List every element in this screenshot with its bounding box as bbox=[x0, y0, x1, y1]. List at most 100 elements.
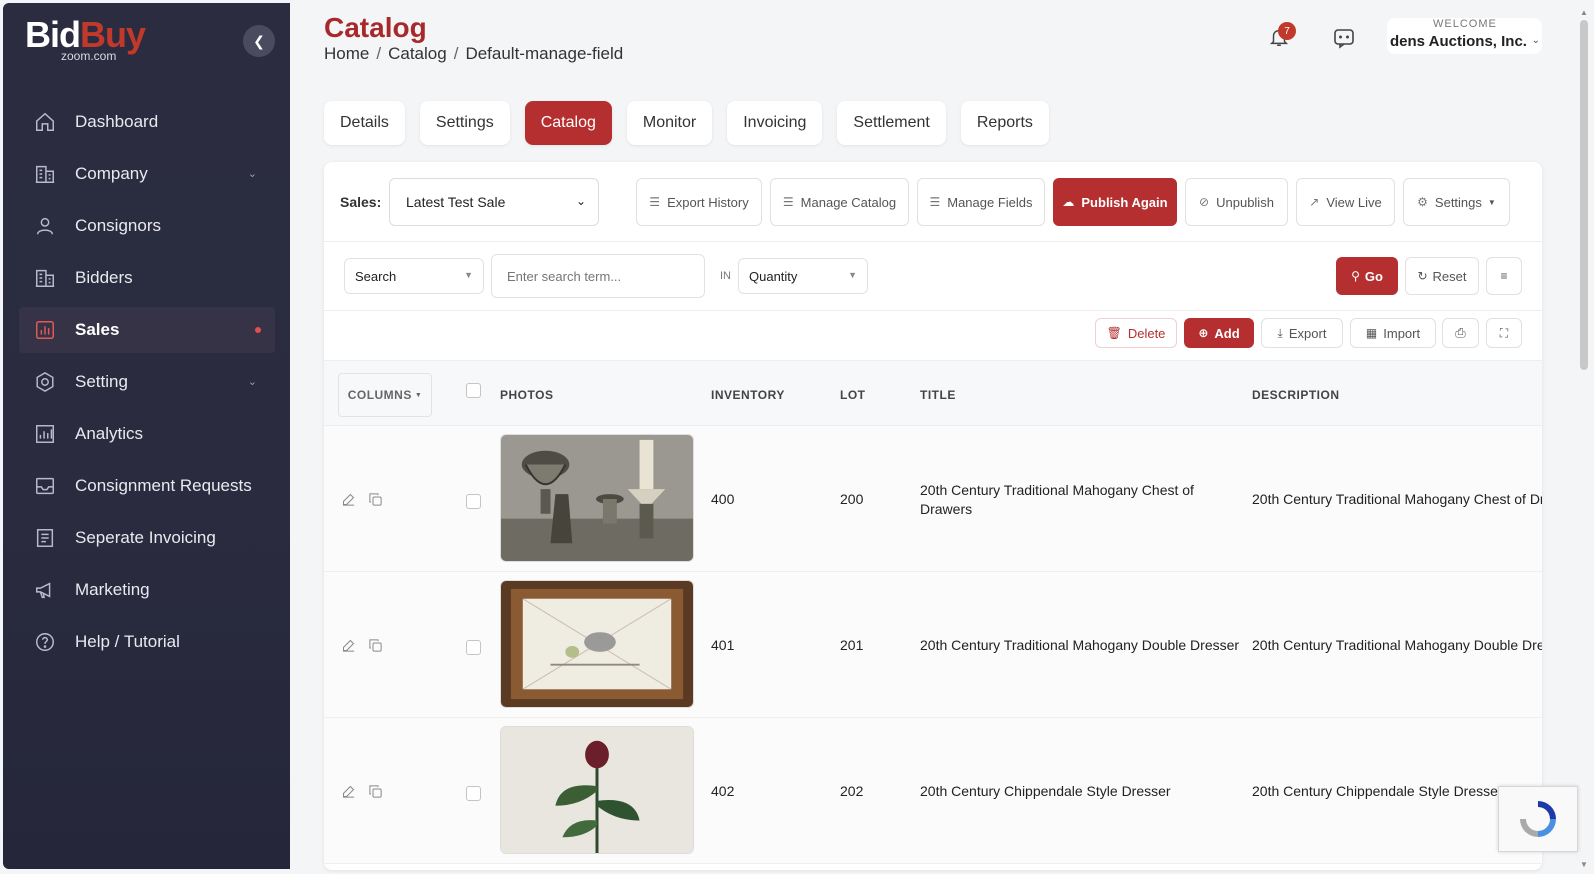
recaptcha-badge[interactable] bbox=[1498, 786, 1578, 852]
messages-button[interactable] bbox=[1332, 26, 1358, 52]
notification-badge: 7 bbox=[1278, 22, 1296, 40]
breadcrumb-home[interactable]: Home bbox=[324, 44, 369, 63]
sales-label: Sales: bbox=[340, 194, 382, 210]
description-cell: 20th Century Chippendale Style Dresser bbox=[1252, 783, 1503, 799]
list-icon: ☰ bbox=[929, 195, 941, 209]
unpublish-button[interactable]: ⊘ Unpublish bbox=[1185, 178, 1288, 226]
inbox-icon bbox=[33, 474, 57, 498]
column-header-inventory[interactable]: INVENTORY bbox=[711, 388, 785, 402]
breadcrumb: Home / Catalog / Default-manage-field bbox=[324, 44, 623, 64]
scroll-up-arrow[interactable]: ▲ bbox=[1580, 8, 1588, 17]
export-history-button[interactable]: ☰ Export History bbox=[636, 178, 762, 226]
item-photo[interactable] bbox=[500, 434, 694, 562]
search-in-value: Quantity bbox=[749, 268, 798, 284]
sidebar-item-setting[interactable]: Setting ⌄ bbox=[19, 359, 275, 405]
search-in-select[interactable]: Quantity ▼ bbox=[738, 258, 868, 294]
tab-bar: Details Settings Catalog Monitor Invoici… bbox=[324, 101, 1064, 145]
caret-down-icon: ▼ bbox=[464, 270, 473, 280]
sidebar-item-consignors[interactable]: Consignors bbox=[19, 203, 275, 249]
delete-button[interactable]: 🗑 Delete bbox=[1095, 318, 1177, 348]
filter-icon: ≡ bbox=[1500, 269, 1508, 283]
list-icon: ☰ bbox=[782, 195, 794, 209]
gear-icon bbox=[33, 370, 57, 394]
edit-icon[interactable] bbox=[341, 784, 357, 800]
sidebar-item-label: Setting bbox=[75, 372, 128, 391]
view-live-button[interactable]: ↗ View Live bbox=[1296, 178, 1395, 226]
sidebar-item-company[interactable]: Company ⌄ bbox=[19, 151, 275, 197]
megaphone-icon bbox=[33, 578, 57, 602]
sidebar-item-marketing[interactable]: Marketing bbox=[19, 567, 275, 613]
sidebar-item-help-tutorial[interactable]: Help / Tutorial bbox=[19, 619, 275, 665]
column-header-photos[interactable]: PHOTOS bbox=[500, 388, 553, 402]
search-field-select[interactable]: Search ▼ bbox=[344, 258, 484, 294]
tab-settings[interactable]: Settings bbox=[419, 101, 510, 145]
go-label: Go bbox=[1364, 268, 1383, 284]
add-button[interactable]: ⊕ Add bbox=[1184, 318, 1254, 348]
sales-select[interactable]: Latest Test Sale ⌄ bbox=[389, 178, 599, 226]
copy-icon[interactable] bbox=[368, 638, 384, 654]
column-header-title[interactable]: TITLE bbox=[920, 388, 956, 402]
reset-button[interactable]: ↻ Reset bbox=[1405, 257, 1479, 295]
eye-off-icon: ⊘ bbox=[1199, 195, 1210, 209]
copy-icon[interactable] bbox=[368, 492, 384, 508]
sidebar-item-consignment-requests[interactable]: Consignment Requests bbox=[19, 463, 275, 509]
caret-down-icon: ▼ bbox=[1487, 197, 1496, 207]
column-header-lot[interactable]: LOT bbox=[840, 388, 866, 402]
item-photo[interactable] bbox=[500, 726, 694, 854]
collapse-sidebar-button[interactable]: ❮ bbox=[243, 25, 275, 57]
column-header-description[interactable]: DESCRIPTION bbox=[1252, 388, 1340, 402]
description-cell: 20th Century Traditional Mahogany Chest … bbox=[1252, 491, 1542, 507]
inventory-cell: 402 bbox=[711, 783, 735, 799]
chevron-down-icon: ⌄ bbox=[247, 376, 257, 388]
print-button[interactable]: ⎙ bbox=[1442, 318, 1479, 348]
catalog-card: Sales: Latest Test Sale ⌄ ☰ Export Histor… bbox=[324, 162, 1542, 870]
tab-monitor[interactable]: Monitor bbox=[626, 101, 713, 145]
tab-reports[interactable]: Reports bbox=[960, 101, 1049, 145]
manage-fields-button[interactable]: ☰ Manage Fields bbox=[917, 178, 1045, 226]
plus-circle-icon: ⊕ bbox=[1198, 326, 1209, 340]
chart-icon bbox=[33, 318, 57, 342]
scrollbar-thumb[interactable] bbox=[1580, 20, 1588, 370]
row-checkbox[interactable] bbox=[466, 786, 481, 801]
export-label: Export bbox=[1288, 325, 1327, 341]
tab-details[interactable]: Details bbox=[324, 101, 405, 145]
sidebar-item-analytics[interactable]: Analytics bbox=[19, 411, 275, 457]
publish-again-label: Publish Again bbox=[1081, 194, 1168, 210]
breadcrumb-catalog[interactable]: Catalog bbox=[388, 44, 447, 63]
filter-button[interactable]: ≡ bbox=[1486, 257, 1522, 295]
sales-select-value: Latest Test Sale bbox=[406, 194, 506, 210]
sidebar-item-bidders[interactable]: Bidders bbox=[19, 255, 275, 301]
sidebar-item-label: Analytics bbox=[75, 424, 144, 443]
edit-icon[interactable] bbox=[341, 638, 357, 654]
chevron-down-icon: ⌄ bbox=[247, 168, 257, 180]
tab-catalog[interactable]: Catalog bbox=[524, 101, 612, 145]
row-checkbox[interactable] bbox=[466, 494, 481, 509]
item-photo[interactable] bbox=[500, 580, 694, 708]
list-icon: ☰ bbox=[649, 195, 661, 209]
sidebar-item-sales[interactable]: Sales bbox=[19, 307, 275, 353]
fullscreen-button[interactable]: ⛶ bbox=[1486, 318, 1522, 348]
columns-button[interactable]: COLUMNS ▼ bbox=[338, 373, 432, 417]
breadcrumb-separator: / bbox=[453, 44, 459, 63]
export-button[interactable]: ⤓ Export bbox=[1261, 318, 1343, 348]
go-button[interactable]: ⚲ Go bbox=[1336, 257, 1398, 295]
manage-catalog-button[interactable]: ☰ Manage Catalog bbox=[770, 178, 909, 226]
search-input[interactable] bbox=[491, 254, 705, 298]
home-icon bbox=[33, 110, 57, 134]
select-all-checkbox[interactable] bbox=[466, 383, 481, 398]
settings-dropdown-button[interactable]: ⚙ Settings ▼ bbox=[1403, 178, 1510, 226]
title-cell: 20th Century Chippendale Style Dresser bbox=[920, 783, 1171, 799]
edit-icon[interactable] bbox=[341, 492, 357, 508]
logo[interactable]: BidBuy zoom.com bbox=[25, 17, 165, 67]
scroll-down-arrow[interactable]: ▼ bbox=[1580, 860, 1588, 869]
publish-again-button[interactable]: ☁ Publish Again bbox=[1053, 178, 1177, 226]
tab-settlement[interactable]: Settlement bbox=[837, 101, 946, 145]
breadcrumb-current: Default-manage-field bbox=[465, 44, 624, 63]
copy-icon[interactable] bbox=[368, 784, 384, 800]
sidebar-item-dashboard[interactable]: Dashboard bbox=[19, 99, 275, 145]
user-menu[interactable]: WELCOME dens Auctions, Inc. ⌄ bbox=[1387, 18, 1542, 54]
tab-invoicing[interactable]: Invoicing bbox=[727, 101, 823, 145]
import-button[interactable]: ▦ Import bbox=[1350, 318, 1436, 348]
row-checkbox[interactable] bbox=[466, 640, 481, 655]
sidebar-item-seperate-invoicing[interactable]: Seperate Invoicing bbox=[19, 515, 275, 561]
